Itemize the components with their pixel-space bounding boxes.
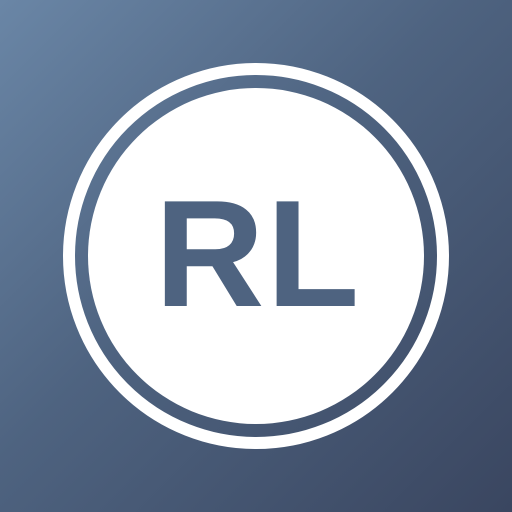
- monogram-text: RL: [155, 169, 362, 339]
- logo-emblem: RL: [63, 63, 449, 449]
- app-icon: RL: [0, 0, 512, 512]
